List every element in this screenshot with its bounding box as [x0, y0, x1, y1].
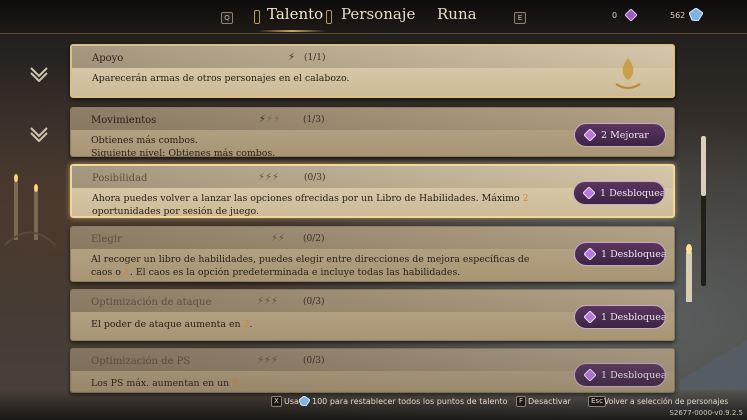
unlock-button[interactable]: 1 Desbloquear — [573, 181, 665, 205]
deactivate-hint[interactable]: Desactivar — [528, 397, 571, 406]
unlocked-check-icon — [30, 127, 48, 142]
talent-card-movimientos[interactable]: Movimientos ⚡⚡⚡ (1/3) Obtienes más combo… — [70, 107, 675, 160]
talent-list-scrollbar[interactable] — [701, 136, 706, 286]
lightning-pip-empty-icon: ⚡⚡ — [271, 233, 286, 244]
talent-level: (1/3) — [303, 115, 325, 125]
description-line: Siguiente nivel: Obtienes más combos. — [91, 147, 276, 159]
talent-level: (0/2) — [303, 234, 325, 244]
talent-card-optimizacion-ataque[interactable]: Optimización de ataque ⚡⚡⚡ (0/3) El pode… — [70, 289, 675, 341]
talent-level: (0/3) — [303, 356, 325, 366]
unlock-button-label: 1 Desbloquear — [601, 369, 666, 381]
talent-title: Posibilidad — [92, 173, 148, 184]
talent-card-elegir[interactable]: Elegir ⚡⚡ (0/2) Al recoger un libro de h… — [70, 226, 675, 282]
talent-description: Al recoger un libro de habilidades, pued… — [91, 254, 531, 279]
talent-title: Movimientos — [91, 115, 157, 126]
lightning-pip-empty-icon: ⚡ — [273, 114, 281, 125]
deactivate-key[interactable]: F — [516, 396, 527, 407]
top-navigation-bar: Q Talento Personaje Runa E 0 562 — [0, 0, 747, 34]
tab-ornament-right — [326, 10, 332, 24]
talent-level: (0/3) — [303, 297, 325, 307]
purple-shard-icon — [625, 9, 637, 21]
talent-pips: ⚡⚡⚡ — [257, 296, 278, 307]
purple-shard-icon — [584, 369, 596, 381]
description-text: . — [249, 319, 253, 330]
talent-title: Apoyo — [92, 53, 124, 64]
talent-card-posibilidad[interactable]: Posibilidad ⚡⚡⚡ (0/3) Ahora puedes volve… — [70, 164, 675, 218]
blue-crystal-icon — [299, 396, 310, 406]
talent-card-apoyo[interactable]: Apoyo ⚡ (1/1) Aparecerán armas de otros … — [70, 44, 675, 98]
description-value: 2 — [522, 193, 529, 204]
talent-level: (1/1) — [304, 53, 326, 63]
talent-title: Elegir — [91, 234, 122, 245]
lightning-pip-filled-icon: ⚡ — [259, 114, 267, 125]
unlock-button[interactable]: 1 Desbloquear — [574, 242, 666, 266]
talent-pips: ⚡⚡ — [271, 233, 285, 244]
talent-description: Los PS máx. aumentan en un 8 — [91, 378, 531, 391]
reset-key[interactable]: X — [271, 396, 282, 407]
description-text: oportunidades por sesión de juego. — [92, 205, 259, 217]
unlock-button-label: 1 Desbloquear — [600, 187, 665, 199]
talent-pips: ⚡⚡⚡ — [259, 114, 280, 125]
scrollbar-thumb[interactable] — [701, 136, 706, 196]
lightning-pip-filled-icon: ⚡ — [288, 52, 296, 63]
tab-ornament-left — [254, 10, 260, 24]
lightning-pip-empty-icon: ⚡⚡⚡ — [258, 172, 280, 183]
version-label: S2677-0000-v0.9.2.5 — [669, 409, 743, 417]
candle-right — [680, 244, 747, 390]
description-text: Ahora puedes volver a lanzar las opcione… — [92, 193, 523, 204]
description-text: . El caos es la opción predeterminada e … — [129, 266, 461, 278]
tab-talento[interactable]: Talento — [267, 5, 323, 23]
talent-pips: ⚡⚡⚡ — [257, 355, 278, 366]
description-value: 8 — [232, 378, 239, 389]
tab-personaje[interactable]: Personaje — [341, 5, 415, 23]
purple-shard-icon — [584, 311, 596, 323]
reset-prefix: Usa — [284, 397, 299, 406]
crystal-count: 562 — [670, 11, 686, 20]
talent-description: Aparecerán armas de otros personajes en … — [92, 73, 532, 86]
unlock-button[interactable]: 1 Desbloquear — [574, 305, 666, 329]
purple-shard-icon — [583, 187, 595, 199]
upgrade-button[interactable]: 2 Mejorar — [574, 123, 666, 147]
active-tab-underline — [258, 30, 326, 32]
candelabra-left — [4, 174, 56, 246]
next-tab-key[interactable]: E — [514, 12, 526, 24]
unlocked-check-icon — [30, 67, 48, 82]
talent-pips: ⚡ — [288, 52, 295, 63]
golden-flame-icon — [615, 58, 641, 89]
purple-shard-icon — [584, 248, 596, 260]
upgrade-button-label: 2 Mejorar — [601, 129, 649, 141]
talent-description: Ahora puedes volver a lanzar las opcione… — [92, 193, 532, 218]
talent-card-optimizacion-ps[interactable]: Optimización de PS ⚡⚡⚡ (0/3) Los PS máx.… — [70, 348, 675, 393]
purple-shard-icon — [584, 129, 596, 141]
talent-title: Optimización de ataque — [91, 297, 212, 308]
reset-talents-hint[interactable]: 100 para restablecer todos los puntos de… — [312, 397, 507, 406]
description-line: Obtienes más combos. — [91, 135, 198, 146]
unlock-button-label: 1 Desbloquear — [601, 248, 666, 260]
talent-level: (0/3) — [304, 173, 326, 183]
lightning-pip-empty-icon: ⚡⚡⚡ — [257, 355, 279, 366]
talent-description: El poder de ataque aumenta en 2. — [91, 319, 531, 332]
blue-crystal-icon — [689, 8, 703, 21]
lightning-pip-empty-icon: ⚡⚡⚡ — [257, 296, 279, 307]
description-text: El poder de ataque aumenta en — [91, 319, 244, 330]
talent-pips: ⚡⚡⚡ — [258, 172, 279, 183]
tab-runa[interactable]: Runa — [437, 5, 477, 23]
unlock-button-label: 1 Desbloquear — [601, 311, 666, 323]
back-hint[interactable]: Volver a selección de personajes — [604, 397, 728, 406]
talent-title: Optimización de PS — [91, 356, 191, 367]
description-line: Aparecerán armas de otros personajes en … — [92, 73, 350, 84]
description-text: Los PS máx. aumentan en un — [91, 378, 233, 389]
prev-tab-key[interactable]: Q — [221, 12, 233, 24]
unlock-button[interactable]: 1 Desbloquear — [574, 363, 666, 387]
card-header — [72, 46, 673, 68]
lightning-pip-empty-icon: ⚡ — [266, 114, 274, 125]
talent-description: Obtienes más combos. Siguiente nivel: Ob… — [91, 135, 531, 160]
shard-count: 0 — [612, 11, 618, 20]
